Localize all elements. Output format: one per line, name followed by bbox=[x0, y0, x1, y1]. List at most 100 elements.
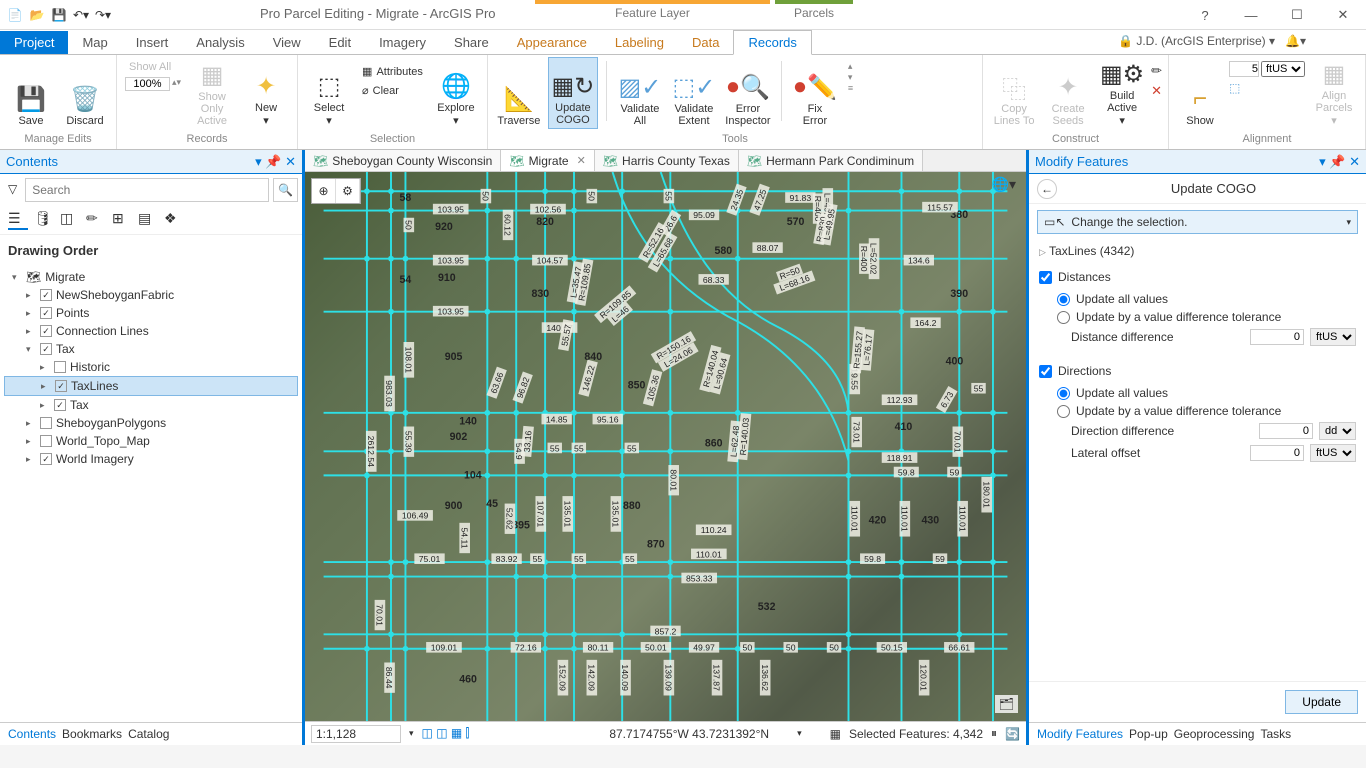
list-by-selection-icon[interactable]: ◫ bbox=[60, 210, 80, 230]
layer-item[interactable]: ▸✓ TaxLines bbox=[4, 376, 298, 396]
dir-update-all-radio[interactable] bbox=[1057, 387, 1070, 400]
validate-extent-button[interactable]: ⬚✓Validate Extent bbox=[669, 57, 719, 129]
layer-item[interactable]: ▸✓ Points bbox=[4, 304, 298, 322]
tree-expand-icon[interactable]: ▷ bbox=[1039, 247, 1046, 257]
gallery-down-icon[interactable]: ▾ bbox=[848, 72, 853, 83]
refresh-icon[interactable]: 🔄 bbox=[1005, 727, 1020, 741]
lateral-field[interactable] bbox=[1250, 445, 1304, 461]
dist-tolerance-radio[interactable] bbox=[1057, 311, 1070, 324]
tab-map[interactable]: Map bbox=[68, 31, 121, 54]
create-seeds-button[interactable]: ✦Create Seeds bbox=[1043, 57, 1093, 129]
tab-data[interactable]: Data bbox=[678, 31, 733, 54]
explore-button[interactable]: 🌐Explore▾ bbox=[431, 57, 481, 129]
build-active-button[interactable]: ▦⚙Build Active▾ bbox=[1097, 57, 1147, 129]
scale-field[interactable]: 1:1,128 bbox=[311, 725, 401, 743]
map-globe-icon[interactable]: 🌐▾ bbox=[992, 176, 1016, 193]
traverse-button[interactable]: 📐Traverse bbox=[494, 57, 544, 129]
gallery-up-icon[interactable]: ▴ bbox=[848, 61, 853, 72]
map-tab[interactable]: 🗺 Sheboygan County Wisconsin bbox=[305, 150, 501, 171]
tab-popup[interactable]: Pop-up bbox=[1129, 727, 1168, 741]
open-icon[interactable]: 📂 bbox=[28, 6, 46, 24]
search-input[interactable] bbox=[25, 178, 269, 202]
redo-icon[interactable]: ↷▾ bbox=[94, 6, 112, 24]
alignment-value-field[interactable] bbox=[1229, 61, 1259, 77]
attributes-button[interactable]: ▦ Attributes bbox=[358, 63, 427, 80]
gallery-more-icon[interactable]: ≡ bbox=[848, 83, 853, 93]
align-tool-icon[interactable]: ⬚ bbox=[1229, 81, 1305, 95]
list-by-editing-icon[interactable]: ✏ bbox=[86, 210, 106, 230]
dist-update-all-radio[interactable] bbox=[1057, 293, 1070, 306]
change-selection-bar[interactable]: ▭↖ Change the selection. ▾ bbox=[1037, 210, 1358, 234]
tab-view[interactable]: View bbox=[259, 31, 315, 54]
tab-analysis[interactable]: Analysis bbox=[182, 31, 258, 54]
list-by-source-icon[interactable]: 🛢 bbox=[34, 210, 54, 230]
signed-in-user[interactable]: 🔒 J.D. (ArcGIS Enterprise) ▾ 🔔▾ bbox=[1118, 34, 1306, 48]
search-icon[interactable]: 🔍 bbox=[273, 178, 298, 202]
show-only-active-button[interactable]: ▦Show Only Active bbox=[187, 57, 237, 129]
map-tab[interactable]: 🗺 Hermann Park Condiminum bbox=[739, 150, 923, 171]
construct-tool-icon[interactable]: ✏ bbox=[1151, 63, 1162, 79]
pane-menu-icon[interactable]: ▾ 📌 ✕ bbox=[255, 154, 296, 170]
list-by-labeling-icon[interactable]: ▤ bbox=[138, 210, 158, 230]
stepper-icon[interactable]: ▴▾ bbox=[172, 77, 181, 91]
layer-item[interactable]: ▸✓ World Imagery bbox=[4, 450, 298, 468]
dropdown-icon[interactable]: ▾ bbox=[1346, 217, 1351, 228]
fix-error-button[interactable]: ●✏️Fix Error bbox=[790, 57, 840, 129]
tab-insert[interactable]: Insert bbox=[122, 31, 183, 54]
align-parcels-button[interactable]: ▦Align Parcels▾ bbox=[1309, 57, 1359, 129]
settings-icon[interactable]: ⚙ bbox=[336, 179, 360, 203]
layer-item[interactable]: ▾✓ Tax bbox=[4, 340, 298, 358]
map-tab[interactable]: 🗺 Migrate ✕ bbox=[501, 150, 594, 171]
dist-unit-select[interactable]: ftUS bbox=[1310, 328, 1356, 346]
dist-diff-field[interactable] bbox=[1250, 329, 1304, 345]
error-inspector-button[interactable]: ●🔍Error Inspector bbox=[723, 57, 773, 129]
update-button[interactable]: Update bbox=[1285, 690, 1358, 714]
tab-geoprocessing[interactable]: Geoprocessing bbox=[1174, 727, 1255, 741]
dir-diff-field[interactable] bbox=[1259, 423, 1313, 439]
tab-tasks[interactable]: Tasks bbox=[1260, 727, 1291, 741]
tab-catalog[interactable]: Catalog bbox=[128, 727, 169, 741]
layer-item[interactable]: ▸ World_Topo_Map bbox=[4, 432, 298, 450]
show-alignment-button[interactable]: ⌐Show bbox=[1175, 57, 1225, 129]
dir-tolerance-radio[interactable] bbox=[1057, 405, 1070, 418]
construct-delete-icon[interactable]: ✕ bbox=[1151, 83, 1162, 99]
back-button[interactable]: ← bbox=[1037, 179, 1057, 199]
tab-share[interactable]: Share bbox=[440, 31, 503, 54]
filter-icon[interactable]: ▽ bbox=[4, 178, 21, 202]
layer-item[interactable]: ▸✓ Connection Lines bbox=[4, 322, 298, 340]
tab-contents[interactable]: Contents bbox=[8, 727, 56, 741]
layer-item[interactable]: ▸✓ NewSheboyganFabric bbox=[4, 286, 298, 304]
tab-appearance[interactable]: Appearance bbox=[503, 31, 601, 54]
navigator-icon[interactable]: ⊕ bbox=[312, 179, 336, 203]
tab-modify-features[interactable]: Modify Features bbox=[1037, 727, 1123, 741]
maximize-button[interactable]: ☐ bbox=[1274, 0, 1320, 30]
list-by-snapping-icon[interactable]: ⊞ bbox=[112, 210, 132, 230]
layer-entry[interactable]: TaxLines (4342) bbox=[1049, 244, 1134, 258]
map-root-item[interactable]: ▾🗺 Migrate bbox=[4, 268, 298, 286]
distances-checkbox[interactable] bbox=[1039, 271, 1052, 284]
tab-records[interactable]: Records bbox=[733, 30, 811, 55]
layer-item[interactable]: ▸ SheboyganPolygons bbox=[4, 414, 298, 432]
save-icon[interactable]: 💾 bbox=[50, 6, 68, 24]
show-all-button[interactable]: Show All bbox=[125, 59, 181, 75]
layer-item[interactable]: ▸✓ Tax bbox=[4, 396, 298, 414]
map-view[interactable]: 9208205805703809108303909058404008509028… bbox=[305, 172, 1026, 721]
dir-unit-select[interactable]: dd bbox=[1319, 422, 1356, 440]
percent-field[interactable] bbox=[125, 77, 170, 91]
update-cogo-button[interactable]: ▦↻Update COGO bbox=[548, 57, 598, 129]
save-button[interactable]: 💾Save bbox=[6, 57, 56, 129]
lateral-unit-select[interactable]: ftUS bbox=[1310, 444, 1356, 462]
pane-menu-icon[interactable]: ▾ 📌 ✕ bbox=[1319, 154, 1360, 170]
help-button[interactable]: ? bbox=[1182, 0, 1228, 30]
undo-icon[interactable]: ↶▾ bbox=[72, 6, 90, 24]
tab-project[interactable]: Project bbox=[0, 31, 68, 54]
select-button[interactable]: ⬚Select▾ bbox=[304, 57, 354, 129]
tab-edit[interactable]: Edit bbox=[315, 31, 365, 54]
new-project-icon[interactable]: 📄 bbox=[6, 6, 24, 24]
directions-checkbox[interactable] bbox=[1039, 365, 1052, 378]
tab-labeling[interactable]: Labeling bbox=[601, 31, 678, 54]
validate-all-button[interactable]: ▨✓Validate All bbox=[615, 57, 665, 129]
list-by-perception-icon[interactable]: ❖ bbox=[164, 210, 184, 230]
clear-button[interactable]: ⌀ Clear bbox=[358, 82, 427, 99]
tab-bookmarks[interactable]: Bookmarks bbox=[62, 727, 122, 741]
